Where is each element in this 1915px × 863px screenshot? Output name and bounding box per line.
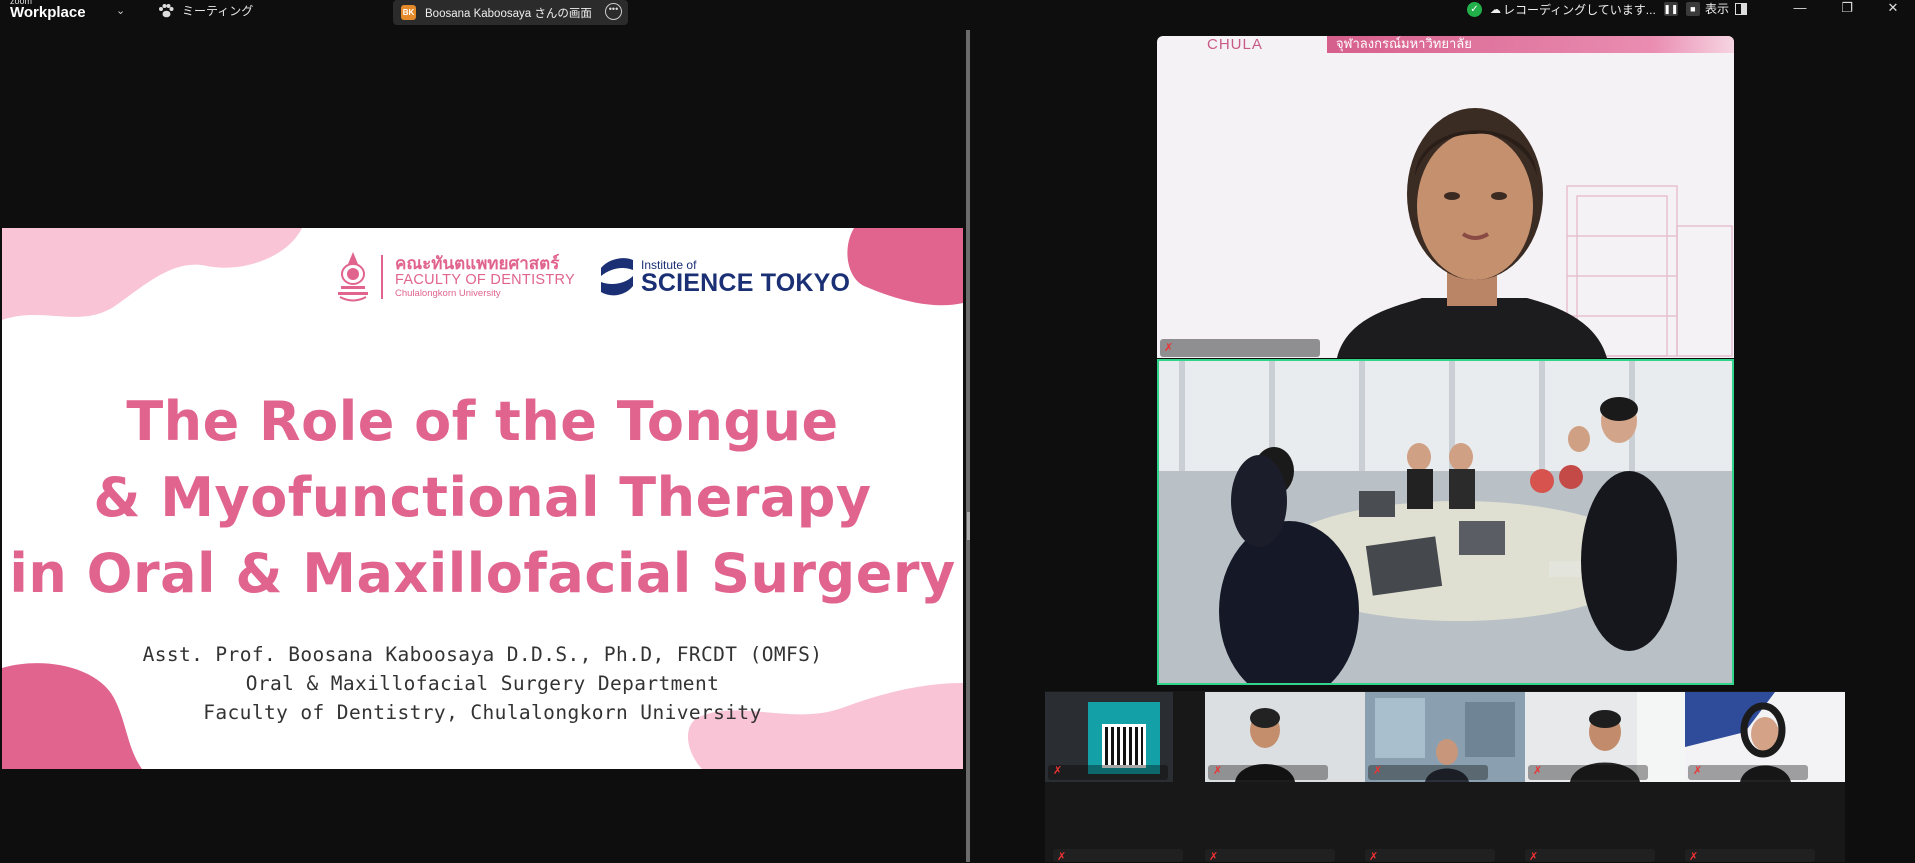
brand-workplace: Workplace [10,4,86,21]
participant-thumb-4[interactable]: ✗ [1525,692,1685,782]
recording-label: レコーディングしています... [1503,2,1656,17]
participant-name-tag: ✗ [1048,765,1168,780]
share-label: Boosana Kaboosaya さんの画面 [425,7,592,20]
science-tokyo-logo: Institute of SCIENCE TOKYO [599,254,850,300]
participant-row2-1[interactable]: ✗ [1053,849,1183,863]
shield-check-icon[interactable]: ✓ [1467,1,1482,17]
participant-name-tag: ✗ [1208,765,1328,780]
close-icon[interactable]: ✕ [1873,0,1913,16]
title-line-1: The Role of the Tongue [126,390,839,453]
app-brand[interactable]: zoom Workplace [10,0,86,20]
recording-status: ✓ ☁ レコーディングしています... ❚❚ ■ [1467,0,1700,18]
view-menu[interactable]: 表示 [1705,0,1748,17]
meeting-menu[interactable]: ミーティング [158,2,253,19]
science-tokyo-label: SCIENCE TOKYO [641,268,851,297]
chevron-down-icon[interactable]: ⌄ [116,4,125,17]
participant-thumb-3[interactable]: ✗ [1365,692,1525,782]
paw-meeting-icon [159,3,174,17]
participant-row2-2[interactable]: ✗ [1205,849,1335,863]
faculty-thai: คณะทันตแพทยศาสตร์ [395,254,560,274]
mic-muted-icon: ✗ [1213,765,1223,777]
participant-thumb-2[interactable]: ✗ [1205,692,1365,782]
faculty-english: FACULTY OF DENTISTRY [395,272,576,289]
mic-muted-icon: ✗ [1373,765,1383,777]
room-video [1159,361,1732,683]
participant-name-tag: ✗ [1368,765,1488,780]
title-bar: zoom Workplace ⌄ ミーティング BK Boosana Kaboo… [0,0,1915,25]
participant-name-tag: ✗ [1688,765,1808,780]
title-line-3: in Oral & Maxillofacial Surgery [9,542,956,605]
speaker-video [1337,108,1733,358]
panel-divider[interactable] [966,30,970,862]
logo-separator [381,255,383,299]
mic-muted-icon: ✗ [1689,851,1699,863]
presenter-name: Asst. Prof. Boosana Kaboosaya D.D.S., Ph… [142,643,823,666]
layout-icon [1735,2,1748,15]
mic-muted-icon: ✗ [1164,342,1174,354]
room-video-tile[interactable] [1157,359,1734,685]
pause-icon[interactable]: ❚❚ [1663,2,1678,16]
shared-screen-slide: คณะทันตแพทยศาสตร์ FACULTY OF DENTISTRY C… [2,228,963,769]
slide-title: The Role of the Tongue & Myofunctional T… [2,384,963,612]
faculty-name: Faculty of Dentistry, Chulalongkorn Univ… [203,701,762,724]
stop-icon[interactable]: ■ [1685,2,1700,16]
participant-row2-3[interactable]: ✗ [1365,849,1495,863]
participant-thumb-1[interactable]: ✗ [1045,692,1173,782]
speaker-name-tag: ✗ [1160,339,1320,357]
faculty-university: Chulalongkorn University [395,287,501,299]
mic-muted-icon: ✗ [1209,851,1219,863]
minimize-icon[interactable]: — [1780,0,1820,15]
screen-share-indicator[interactable]: BK Boosana Kaboosaya さんの画面 ••• [393,0,628,25]
participant-row2-4[interactable]: ✗ [1525,849,1655,863]
view-label: 表示 [1705,2,1730,16]
presenter-avatar: BK [401,5,416,20]
qr-code [1102,724,1146,768]
title-line-2: & Myofunctional Therapy [93,466,872,529]
mic-muted-icon: ✗ [1529,851,1539,863]
participant-row2-5[interactable]: ✗ [1685,849,1815,863]
mic-muted-icon: ✗ [1053,765,1063,777]
more-icon[interactable]: ••• [605,3,622,20]
slide-subtitle: Asst. Prof. Boosana Kaboosaya D.D.S., Ph… [2,640,963,727]
participant-name-tag: ✗ [1528,765,1648,780]
department-name: Oral & Maxillofacial Surgery Department [245,672,720,695]
divider-handle[interactable] [967,512,970,540]
mic-muted-icon: ✗ [1057,851,1067,863]
cloud-record-icon: ☁ [1490,3,1501,16]
restore-icon[interactable]: ❐ [1827,0,1867,16]
slide-logos: คณะทันตแพทยศาสตร์ FACULTY OF DENTISTRY C… [335,250,850,304]
participant-thumb-5[interactable]: ✗ [1685,692,1845,782]
mic-muted-icon: ✗ [1369,851,1379,863]
qr-slide-preview [1088,702,1160,774]
mic-muted-icon: ✗ [1533,765,1543,777]
mic-muted-icon: ✗ [1693,765,1703,777]
science-tokyo-mark [601,258,634,296]
participant-strip: ✗ ✗ ✗ ✗ ✗ ✗ ✗ ✗ ✗ ✗ [1045,691,1845,863]
faculty-logo-text: คณะทันตแพทยศาสตร์ FACULTY OF DENTISTRY C… [395,255,575,298]
meeting-label: ミーティング [182,4,254,18]
chula-crest-logo [338,252,368,302]
speaker-video-tile[interactable]: CHULA จุฬาลงกรณ์มหาวิทยาลัย ✗ [1157,36,1734,358]
